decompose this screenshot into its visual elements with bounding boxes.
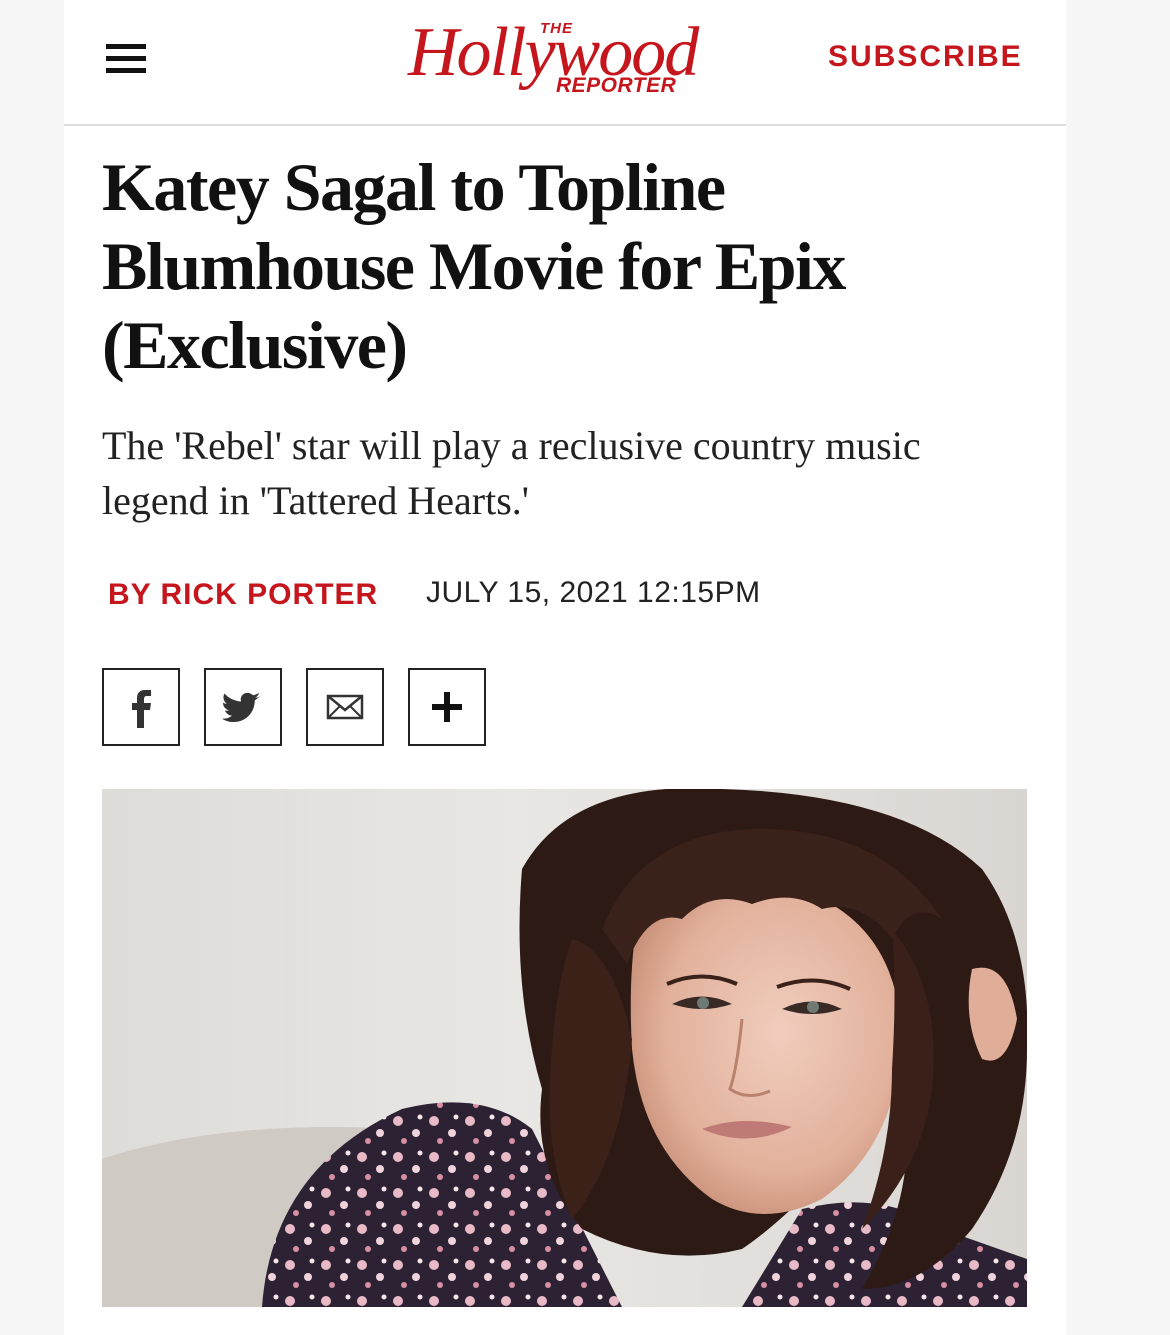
- share-twitter-button[interactable]: [204, 668, 282, 746]
- share-more-button[interactable]: [408, 668, 486, 746]
- site-logo[interactable]: Hollywood THE REPORTER: [408, 14, 728, 106]
- article-hero-image: [102, 789, 1027, 1307]
- article-dek: The 'Rebel' star will play a reclusive c…: [102, 423, 921, 523]
- article-headline: Katey Sagal to Topline Blumhouse Movie f…: [102, 149, 846, 383]
- plus-icon: [432, 692, 462, 722]
- publish-date: JULY 15, 2021 12:15PM: [426, 576, 761, 609]
- author-byline[interactable]: BY RICK PORTER: [108, 578, 378, 612]
- logo-the: THE: [540, 20, 573, 37]
- hamburger-menu-icon[interactable]: [106, 44, 146, 74]
- page-frame: Hollywood THE REPORTER SUBSCRIBE Katey S…: [0, 0, 1170, 1335]
- share-facebook-button[interactable]: [102, 668, 180, 746]
- facebook-icon: [132, 690, 151, 728]
- portrait-photo: [102, 789, 1027, 1307]
- subscribe-link[interactable]: SUBSCRIBE: [828, 40, 1023, 74]
- article-page: Hollywood THE REPORTER SUBSCRIBE Katey S…: [64, 0, 1066, 1335]
- logo-reporter: REPORTER: [556, 74, 677, 97]
- share-email-button[interactable]: [306, 668, 384, 746]
- twitter-icon: [222, 692, 261, 722]
- site-header: Hollywood THE REPORTER SUBSCRIBE: [64, 0, 1066, 126]
- email-icon: [326, 694, 364, 720]
